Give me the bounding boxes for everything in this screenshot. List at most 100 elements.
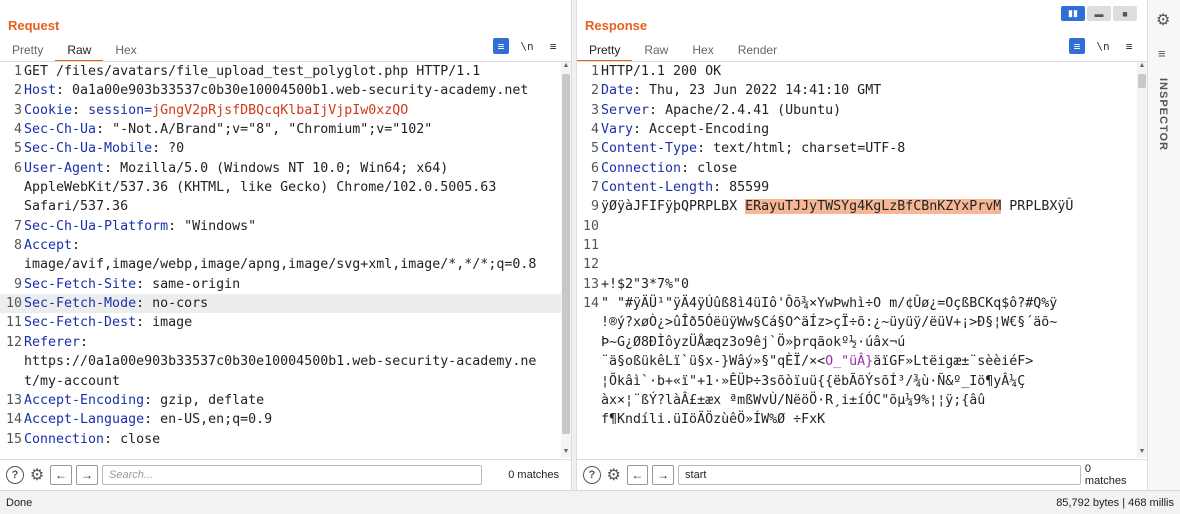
code-line: 3 Server: Apache/2.4.41 (Ubuntu): [577, 101, 1147, 120]
code-line: 14 " "#ÿÄÜ¹"ÿÄ4ÿÚûß8ì4üIô'Ôõ¾×YwÞwhì÷O m/…: [577, 294, 1147, 313]
header-sep: :: [152, 141, 169, 157]
tab-response-hex[interactable]: Hex: [680, 42, 725, 62]
line-number: 14: [5, 412, 22, 428]
binary-text: " "#ÿÄÜ¹"ÿÄ4ÿÚûß8ì4üIô'Ôõ¾×YwÞwhì÷O m/¢Û…: [601, 296, 1058, 312]
gear-icon[interactable]: ⚙: [605, 465, 623, 485]
code-line: 1 HTTP/1.1 200 OK: [577, 62, 1147, 81]
line-number: 3: [13, 102, 22, 118]
request-tools: ≡ \n ≡: [493, 38, 561, 54]
binary-text: ¦Õkâì`·b+«ï"+1·»ÊÜÞ÷3sõòïuü{{ëbÃõÝsõÍ³/¾…: [601, 373, 1026, 389]
request-scrollbar[interactable]: ▲ ▼: [561, 62, 571, 458]
code-line: 1 GET /files/avatars/file_upload_test_pol…: [0, 62, 571, 81]
request-search-input[interactable]: [102, 465, 482, 485]
tab-request-pretty[interactable]: Pretty: [0, 42, 55, 62]
code-line: 7 Content-Length: 85599: [577, 178, 1147, 197]
header-sep: :: [633, 83, 650, 99]
menu-icon[interactable]: ≡: [545, 38, 561, 54]
response-editor[interactable]: 1 HTTP/1.1 200 OK 2 Date: Thu, 23 Jun 2022 …: [577, 62, 1147, 458]
line-number: [0, 372, 22, 391]
header-value: close: [120, 431, 161, 447]
layout-stacked-icon[interactable]: ▬: [1087, 6, 1111, 21]
line-number: 4: [590, 122, 599, 138]
code-text: User-Agent: Mozilla/5.0 (Windows NT 10.0…: [22, 159, 448, 178]
body-text: Þ~G¿Ø8ÐÌôyzÜÅæqz3o9êj`Ö»þrqãokº½·úâx¬ú: [599, 333, 905, 352]
wrap-lines-icon[interactable]: ≡: [493, 38, 509, 54]
header-name: Referer: [24, 334, 81, 350]
menu-icon[interactable]: ≡: [1121, 38, 1137, 54]
lines-icon[interactable]: ≡: [1158, 46, 1166, 61]
tab-request-raw[interactable]: Raw: [55, 42, 104, 62]
code-line: 3 Cookie: session=jGngV2pRjsfDBQcqKlbaIjV…: [0, 101, 571, 120]
request-search-bar: ? ⚙ ← → 0 matches: [0, 459, 571, 490]
gear-icon[interactable]: ⚙: [1156, 10, 1170, 30]
code-line: 12: [577, 255, 1147, 274]
tab-response-render[interactable]: Render: [726, 42, 789, 62]
line-number: 8: [13, 238, 22, 254]
binary-text: ¨ä§oßükêLï`ü§x-}Wâý»§"qÈÏ/×<: [601, 354, 826, 370]
code-text: Connection: close: [22, 430, 160, 449]
code-line: 5 Sec-Ch-Ua-Mobile: ?0: [0, 139, 571, 158]
code-line: 14 Accept-Language: en-US,en;q=0.9: [0, 410, 571, 429]
header-value: https://0a1a00e903b33537c0b30e10004500b1…: [24, 354, 537, 370]
line-number: 12: [582, 257, 599, 273]
status-text: Done: [6, 496, 33, 509]
code-text: Server: Apache/2.4.41 (Ubuntu): [599, 101, 841, 120]
header-name: Accept-Encoding: [24, 392, 145, 408]
header-sep: :: [681, 160, 698, 176]
code-line-wrap: Safari/537.36: [0, 197, 571, 216]
newline-toggle-icon[interactable]: \n: [1095, 38, 1111, 54]
search-next-button[interactable]: →: [76, 465, 98, 485]
response-scrollbar[interactable]: ▲ ▼: [1137, 62, 1147, 458]
code-text: Connection: close: [599, 159, 737, 178]
search-next-button[interactable]: →: [652, 465, 675, 485]
code-text: Content-Type: text/html; charset=UTF-8: [599, 139, 905, 158]
line-number: 7: [13, 218, 22, 234]
code-line: 5 Content-Type: text/html; charset=UTF-8: [577, 139, 1147, 158]
header-name: User-Agent: [24, 160, 105, 176]
code-text: GET /files/avatars/file_upload_test_poly…: [22, 62, 480, 81]
search-prev-button[interactable]: ←: [50, 465, 72, 485]
response-search-input[interactable]: [678, 465, 1081, 485]
line-number: [577, 372, 599, 391]
help-icon[interactable]: ?: [6, 466, 24, 484]
response-tabs: Pretty Raw Hex Render: [577, 42, 789, 62]
request-editor[interactable]: 1 GET /files/avatars/file_upload_test_pol…: [0, 62, 571, 458]
code-text: ÿØÿàJFIFÿþQPRPLBX ERayuTJJyTWSYg4KgLzBfC…: [599, 197, 1073, 216]
code-line-wrap: image/avif,image/webp,image/apng,image/s…: [0, 255, 571, 274]
tab-request-hex[interactable]: Hex: [103, 42, 148, 62]
binary-text: Þ~G¿Ø8ÐÌôyzÜÅæqz3o9êj`Ö»þrqãokº½·úâx¬ú: [601, 334, 906, 350]
tab-response-raw[interactable]: Raw: [632, 42, 680, 62]
response-tools: ≡ \n ≡: [1069, 38, 1137, 54]
header-sep: :: [136, 315, 153, 331]
code-text: Sec-Ch-Ua: "-Not.A/Brand";v="8", "Chromi…: [22, 120, 432, 139]
line-number: 2: [590, 83, 599, 99]
response-stats: 85,792 bytes | 468 millis: [1056, 496, 1174, 509]
wrap-lines-icon[interactable]: ≡: [1069, 38, 1085, 54]
highlighted-secret: ERayuTJJyTWSYg4KgLzBfCBnKZYxPrvM: [745, 199, 1002, 215]
code-line-wrap: t/my-account: [0, 372, 571, 391]
tab-response-pretty[interactable]: Pretty: [577, 42, 633, 62]
gear-icon[interactable]: ⚙: [28, 465, 46, 485]
response-title: Response: [585, 18, 648, 33]
header-value: Thu, 23 Jun 2022 14:41:10 GMT: [649, 83, 882, 99]
header-value: image: [152, 315, 193, 331]
line-number: 5: [590, 141, 599, 157]
response-search-bar: ? ⚙ ← → 0 matches: [577, 459, 1147, 490]
help-icon[interactable]: ?: [583, 466, 601, 484]
header-value: "Windows": [184, 218, 257, 234]
body-text: PRPLBXÿÛ: [1001, 199, 1074, 215]
code-line: 6 Connection: close: [577, 159, 1147, 178]
search-prev-button[interactable]: ←: [626, 465, 649, 485]
layout-single-icon[interactable]: ■: [1113, 6, 1137, 21]
header-value: AppleWebKit/537.36 (KHTML, like Gecko) C…: [24, 180, 497, 196]
layout-side-by-side-icon[interactable]: ▮▮: [1061, 6, 1085, 21]
inspector-label[interactable]: INSPECTOR: [1157, 78, 1169, 151]
newline-toggle-icon[interactable]: \n: [519, 38, 535, 54]
header-sep: :: [713, 180, 730, 196]
line-number: 4: [13, 122, 22, 138]
header-value: 85599: [729, 180, 770, 196]
request-line: GET /files/avatars/file_upload_test_poly…: [24, 64, 481, 79]
code-line: f¶Kndíli.üIöÄÖzùêÖ»ÍW%Ø ÷FxK: [577, 410, 1147, 429]
code-line: 6 User-Agent: Mozilla/5.0 (Windows NT 10.…: [0, 159, 571, 178]
line-number: 1: [590, 64, 599, 79]
